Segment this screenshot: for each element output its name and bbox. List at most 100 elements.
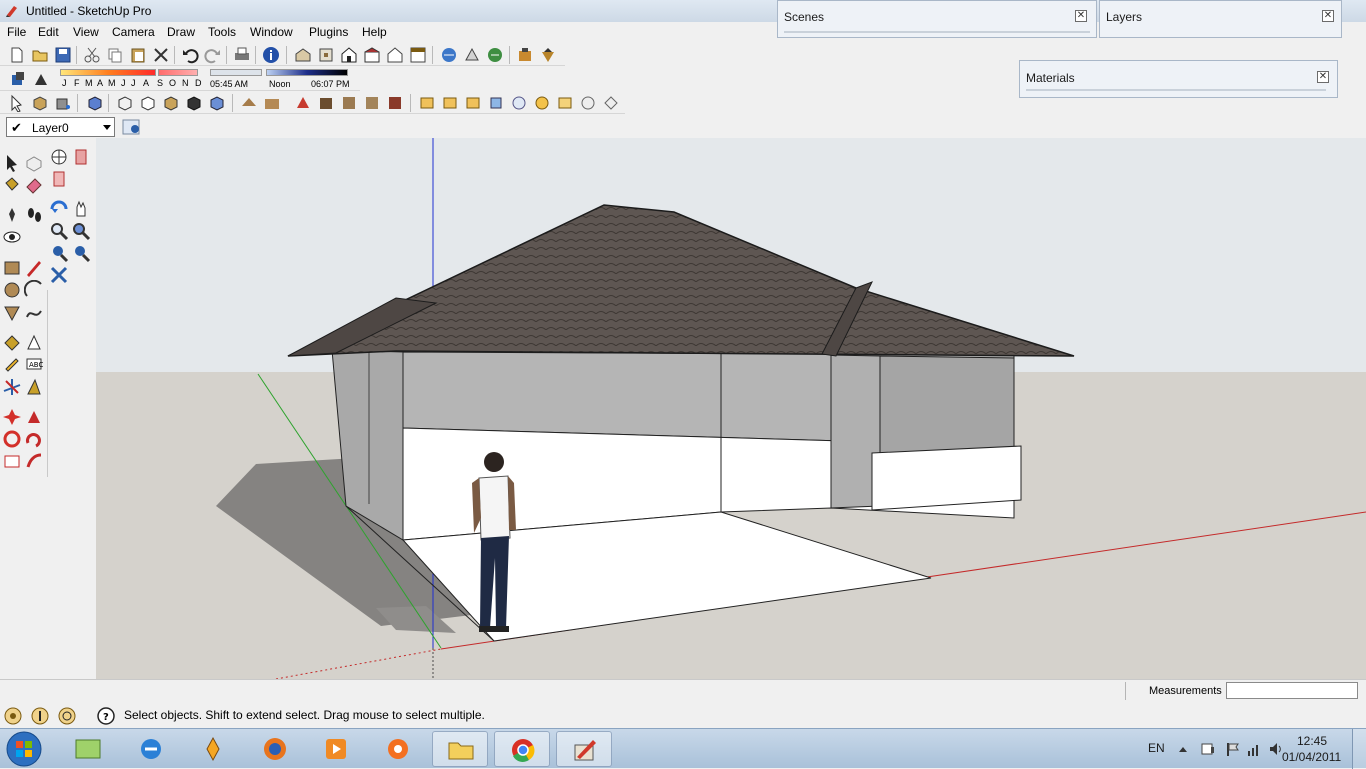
taskbar-app-ie[interactable] (123, 731, 179, 767)
paint-bucket-tool-icon[interactable] (2, 175, 22, 195)
orbit-tool-icon[interactable] (49, 199, 69, 219)
camera-position-icon[interactable] (418, 94, 436, 112)
move-axes-icon[interactable] (49, 147, 69, 167)
orbit-red-icon[interactable] (2, 407, 22, 427)
clock-time[interactable]: 12:45 (1297, 734, 1327, 748)
paint-pink-icon[interactable] (49, 169, 69, 189)
close-icon[interactable]: ✕ (1322, 10, 1334, 22)
taskbar-app-notes[interactable] (60, 731, 116, 767)
menu-help[interactable]: Help (362, 25, 387, 39)
polygon-tool-icon[interactable] (2, 303, 22, 323)
rectangle-tool-icon[interactable] (2, 205, 22, 225)
smoove-icon[interactable] (294, 94, 312, 112)
paste-icon[interactable] (129, 46, 147, 64)
position-camera-icon[interactable] (556, 94, 574, 112)
taskbar-app-winamp[interactable] (185, 731, 241, 767)
taskbar-app-explorer[interactable] (432, 731, 488, 767)
axes-tool-icon[interactable] (2, 377, 22, 397)
time-slider-track-end[interactable] (266, 69, 348, 76)
materials-panel[interactable]: Materials ✕ (1019, 60, 1338, 98)
erase-delete-icon[interactable] (152, 46, 170, 64)
pan-hand-icon[interactable] (71, 199, 91, 219)
arc-tool-icon[interactable] (24, 280, 44, 300)
date-slider-track-end[interactable] (158, 69, 198, 76)
zoom-tool-icon[interactable] (49, 221, 69, 241)
network-icon[interactable] (1246, 741, 1262, 757)
next-view-icon[interactable] (71, 243, 91, 263)
front-view-icon[interactable] (340, 46, 358, 64)
select-arrow-icon[interactable] (8, 94, 26, 112)
monochrome-icon[interactable] (208, 94, 226, 112)
back-view-icon[interactable] (386, 46, 404, 64)
close-icon[interactable]: ✕ (1075, 10, 1087, 22)
section-cut-icon[interactable] (533, 94, 551, 112)
push-pull-tool-icon[interactable] (24, 333, 44, 353)
3d-viewport[interactable] (96, 138, 1366, 679)
footprints-icon[interactable] (24, 205, 44, 225)
device-tray-icon[interactable] (1200, 741, 1216, 757)
pencil-line-icon[interactable] (24, 258, 44, 278)
display-shadows-icon[interactable] (32, 70, 50, 88)
paint-red-icon[interactable] (71, 147, 91, 167)
open-folder-icon[interactable] (31, 46, 49, 64)
share-component-icon[interactable] (486, 46, 504, 64)
component-tool-icon[interactable] (24, 153, 44, 173)
top-view-icon[interactable] (317, 46, 335, 64)
wireframe-icon[interactable] (116, 94, 134, 112)
taskbar-app-media-player[interactable] (308, 731, 364, 767)
orbit-sphere-icon[interactable] (579, 94, 597, 112)
layers-panel[interactable]: Layers ✕ (1099, 0, 1342, 38)
freehand-tool-icon[interactable] (24, 303, 44, 323)
geo-location-icon[interactable] (4, 707, 22, 725)
copy-icon[interactable] (106, 46, 124, 64)
left-view-icon[interactable] (409, 46, 427, 64)
measurements-input[interactable] (1226, 682, 1358, 699)
taskbar-app-firefox[interactable] (247, 731, 303, 767)
layer-dropdown[interactable]: ✔ Layer0 (6, 117, 115, 137)
share-model-icon[interactable] (463, 46, 481, 64)
move-tool-icon[interactable] (2, 333, 22, 353)
iso-view-icon[interactable] (294, 46, 312, 64)
menu-draw[interactable]: Draw (167, 25, 195, 39)
xray-icon[interactable] (86, 94, 104, 112)
taskbar-app-chrome[interactable] (494, 731, 550, 767)
intersect-tool-icon[interactable] (24, 451, 44, 471)
scale-tool-icon[interactable] (2, 451, 22, 471)
ruby-console-icon[interactable] (539, 46, 557, 64)
scenes-panel[interactable]: Scenes ✕ (777, 0, 1097, 38)
menu-plugins[interactable]: Plugins (309, 25, 348, 39)
rotate-tool-icon[interactable] (2, 355, 22, 375)
rectangle-draw-icon[interactable] (2, 258, 22, 278)
extension-warehouse-icon[interactable] (516, 46, 534, 64)
walk-icon[interactable] (441, 94, 459, 112)
menu-camera[interactable]: Camera (112, 25, 155, 39)
redo-icon[interactable] (204, 46, 222, 64)
clock-date[interactable]: 01/04/2011 (1282, 750, 1341, 764)
windows-start-button[interactable] (4, 730, 44, 768)
hidden-line-icon[interactable] (139, 94, 157, 112)
shaded-textures-icon[interactable] (185, 94, 203, 112)
menu-file[interactable]: File (7, 25, 26, 39)
section-plane-icon[interactable] (487, 94, 505, 112)
shadow-settings-icon[interactable] (9, 70, 27, 88)
paint-bucket-icon[interactable] (54, 94, 72, 112)
right-view-icon[interactable] (363, 46, 381, 64)
shaded-icon[interactable] (162, 94, 180, 112)
get-models-icon[interactable] (440, 46, 458, 64)
section-display-icon[interactable] (510, 94, 528, 112)
sign-in-icon[interactable] (58, 707, 76, 725)
taskbar-app-swirl[interactable] (370, 731, 426, 767)
date-slider-track[interactable] (60, 69, 156, 76)
input-language[interactable]: EN (1148, 741, 1165, 755)
save-icon[interactable] (54, 46, 72, 64)
zoom-window-icon[interactable] (71, 221, 91, 241)
text-tool-icon[interactable]: ABC (24, 355, 44, 375)
select-tool-icon[interactable] (2, 153, 22, 173)
zoom-extents-icon[interactable] (49, 265, 69, 285)
chevron-up-icon[interactable] (1178, 745, 1188, 753)
close-icon[interactable]: ✕ (1317, 71, 1329, 83)
new-file-icon[interactable] (8, 46, 26, 64)
instructor-help-icon[interactable]: ? (97, 707, 115, 725)
follow-me-icon[interactable] (2, 429, 22, 449)
sandbox-from-contours-icon[interactable] (240, 94, 258, 112)
